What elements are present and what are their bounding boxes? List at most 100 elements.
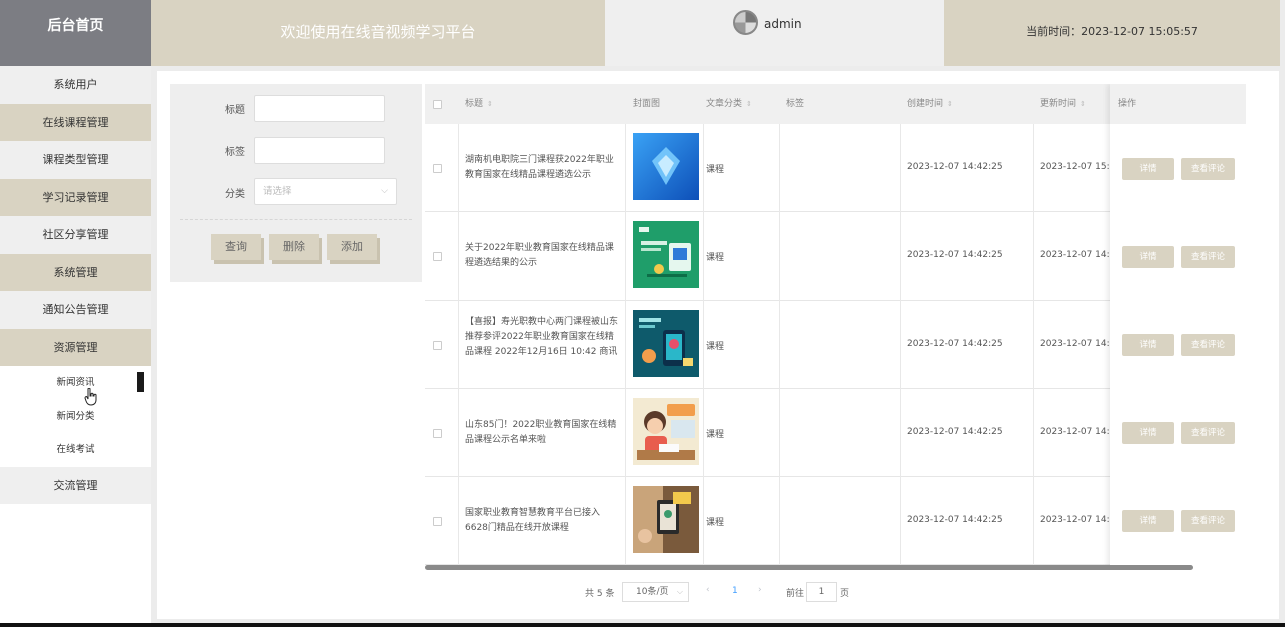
column-divider — [703, 124, 704, 570]
sort-icon[interactable]: ⇕ — [947, 100, 953, 108]
page-suffix: 页 — [840, 589, 850, 599]
active-indicator — [137, 372, 144, 392]
row-created: 2023-12-07 14:42:25 — [907, 426, 1003, 437]
row-title: 【喜报】寿光职教中心两门课程被山东推荐参评2022年职业教育国家在线精品课程 2… — [465, 316, 619, 357]
column-updated[interactable]: 更新时间 ⇕ — [1040, 84, 1086, 124]
row-title: 山东85门！2022职业教育国家在线精品课程公示名单来啦 — [465, 419, 617, 445]
sidebar-subitem-label: 新闻资讯 — [56, 377, 95, 388]
next-page-icon[interactable]: › — [758, 585, 762, 595]
delete-button[interactable]: 删除 — [269, 234, 319, 260]
view-comments-button[interactable]: 查看评论 — [1181, 158, 1235, 180]
column-title[interactable]: 标题 ⇕ — [465, 84, 493, 124]
row-updated: 2023-12-07 14:42 — [1040, 515, 1122, 526]
sidebar-item-resources[interactable]: 资源管理 — [0, 328, 151, 366]
row-updated: 2023-12-07 14:42 — [1040, 250, 1122, 261]
time-value: 2023-12-07 15:05:57 — [1081, 25, 1198, 38]
prev-page-icon[interactable]: ‹ — [706, 585, 710, 595]
sidebar-subitem-online-exam[interactable]: 在线考试 — [0, 433, 151, 467]
chevron-down-icon: ⌵ — [381, 186, 388, 196]
time-label: 当前时间： — [1026, 25, 1082, 38]
row-updated: 2023-12-07 14:42 — [1040, 426, 1122, 437]
page-size-select[interactable]: 10条/页 ⌵ — [622, 582, 689, 602]
main-content: 标题 标签 分类 请选择 ⌵ 查询 删除 添加 标题 ⇕ 封面图 文章分类 ⇕ 标签… — [157, 71, 1279, 619]
tag-label: 标签 — [225, 147, 245, 158]
column-operations: 操作 — [1110, 84, 1246, 124]
hand-cursor-icon — [84, 388, 97, 406]
row-updated: 2023-12-07 15:00 — [1040, 162, 1122, 172]
user-panel[interactable]: admin — [605, 0, 944, 66]
query-button[interactable]: 查询 — [211, 234, 261, 260]
search-panel: 标题 标签 分类 请选择 ⌵ 查询 删除 添加 — [170, 84, 422, 282]
row-title: 湖南机电职院三门课程获2022年职业教育国家在线精品课程遴选公示 — [465, 155, 614, 180]
column-divider — [625, 124, 626, 570]
page-size-value: 10条/页 — [636, 587, 669, 597]
welcome-banner: 欢迎使用在线音视频学习平台 — [151, 0, 605, 66]
column-divider — [458, 124, 459, 570]
sidebar-item-course-types[interactable]: 课程类型管理 — [0, 141, 151, 179]
view-comments-button[interactable]: 查看评论 — [1181, 246, 1235, 268]
chevron-down-icon: ⌵ — [676, 587, 683, 596]
detail-button[interactable]: 详情 — [1122, 158, 1174, 180]
row-checkbox[interactable] — [433, 428, 442, 438]
detail-button[interactable]: 详情 — [1122, 334, 1174, 356]
row-category: 课程 — [706, 518, 725, 529]
row-updated: 2023-12-07 14:42 — [1040, 338, 1122, 349]
username[interactable]: admin — [764, 17, 802, 31]
tag-input[interactable] — [254, 137, 385, 164]
view-comments-button[interactable]: 查看评论 — [1181, 422, 1235, 444]
column-divider — [900, 124, 901, 570]
sidebar: 系统用户 在线课程管理 课程类型管理 学习记录管理 社区分享管理 系统管理 通知… — [0, 66, 151, 627]
row-checkbox[interactable] — [433, 252, 442, 262]
sidebar-item-community-share[interactable]: 社区分享管理 — [0, 216, 151, 254]
row-checkbox[interactable] — [433, 164, 442, 173]
pagination-total: 共 5 条 — [585, 589, 615, 599]
detail-button[interactable]: 详情 — [1122, 510, 1174, 532]
detail-button[interactable]: 详情 — [1122, 246, 1174, 268]
column-created[interactable]: 创建时间 ⇕ — [907, 84, 953, 124]
category-placeholder: 请选择 — [263, 186, 292, 197]
row-created: 2023-12-07 14:42:25 — [907, 250, 1003, 261]
column-category[interactable]: 文章分类 ⇕ — [706, 84, 752, 124]
detail-button[interactable]: 详情 — [1122, 422, 1174, 444]
avatar[interactable] — [733, 10, 758, 35]
goto-label: 前往 — [786, 589, 805, 599]
page-number[interactable]: 1 — [732, 586, 738, 596]
cover-image — [633, 309, 699, 377]
row-created: 2023-12-07 14:42:25 — [907, 162, 1003, 172]
sort-icon[interactable]: ⇕ — [746, 100, 752, 108]
row-title: 关于2022年职业教育国家在线精品课程遴选结果的公示 — [465, 243, 614, 269]
cover-image — [633, 486, 699, 554]
goto-page-input[interactable]: 1 — [806, 582, 837, 602]
row-checkbox[interactable] — [433, 340, 442, 350]
select-all-checkbox[interactable] — [433, 100, 442, 109]
add-button[interactable]: 添加 — [327, 234, 377, 260]
title-input[interactable] — [254, 95, 385, 122]
sidebar-item-online-courses[interactable]: 在线课程管理 — [0, 103, 151, 141]
sidebar-item-study-records[interactable]: 学习记录管理 — [0, 178, 151, 216]
sidebar-item-system-management[interactable]: 系统管理 — [0, 253, 151, 291]
title-label: 标题 — [225, 105, 245, 116]
row-created: 2023-12-07 14:42:25 — [907, 515, 1003, 526]
column-tags: 标签 — [786, 99, 805, 109]
view-comments-button[interactable]: 查看评论 — [1181, 510, 1235, 532]
sidebar-item-notices[interactable]: 通知公告管理 — [0, 291, 151, 329]
sidebar-subitem-news-category[interactable]: 新闻分类 — [0, 399, 151, 434]
row-category: 课程 — [706, 429, 725, 440]
row-created: 2023-12-07 14:42:25 — [907, 338, 1003, 349]
operations-column: 操作 详情 查看评论 详情 查看评论 详情 查看评论 详情 查看评论 详情 查看… — [1110, 84, 1246, 570]
category-label: 分类 — [225, 189, 245, 200]
view-comments-button[interactable]: 查看评论 — [1181, 334, 1235, 356]
sidebar-item-exchange[interactable]: 交流管理 — [0, 466, 151, 505]
row-checkbox[interactable] — [433, 517, 442, 527]
current-time: 当前时间：2023-12-07 15:05:57 — [944, 0, 1280, 66]
home-link[interactable]: 后台首页 — [0, 0, 151, 66]
column-divider — [779, 124, 780, 570]
sort-icon[interactable]: ⇕ — [1080, 100, 1086, 108]
category-select[interactable]: 请选择 ⌵ — [254, 178, 397, 205]
sidebar-subitem-news[interactable]: 新闻资讯 — [0, 366, 151, 400]
column-cover: 封面图 — [633, 99, 661, 109]
window-bottom-border — [0, 623, 1285, 627]
horizontal-scrollbar[interactable] — [425, 565, 1193, 570]
sidebar-item-system-users[interactable]: 系统用户 — [0, 66, 151, 104]
sort-icon[interactable]: ⇕ — [487, 100, 493, 108]
